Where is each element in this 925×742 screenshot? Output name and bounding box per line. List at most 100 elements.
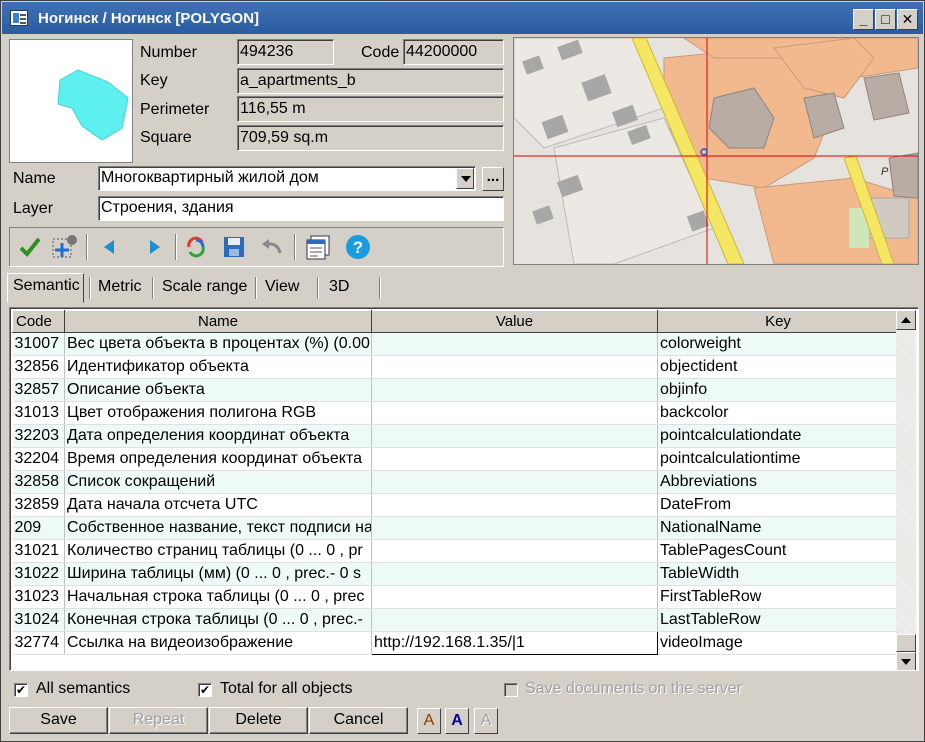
table-row[interactable]: 32204 Время определения координат объекта… [12,447,899,471]
cell-value[interactable] [371,493,658,517]
cell-key: pointcalculationdate [657,424,899,448]
cell-value[interactable] [371,516,658,540]
semantics-grid[interactable]: Code Name Value Key 31007 Вес цвета объек… [9,307,919,671]
tab-3d[interactable]: 3D [324,275,354,301]
square-field: 709,59 sq.m [237,125,504,151]
cell-key: TableWidth [657,562,899,586]
tab-view[interactable]: View [260,275,304,301]
scroll-up-icon[interactable] [896,310,916,330]
font-disabled-button[interactable]: A [474,708,498,734]
polygon-preview-shape [57,69,129,141]
cell-value[interactable] [371,608,658,632]
cell-value[interactable] [371,562,658,586]
cell-code: 209 [12,516,65,540]
table-row[interactable]: 31022 Ширина таблицы (мм) (0 ... 0 , prec… [12,562,899,586]
properties-icon[interactable] [304,233,332,261]
refresh-icon[interactable] [182,233,210,261]
key-label: Key [140,72,168,89]
tab-semantic[interactable]: Semantic [7,273,84,303]
column-header-value[interactable]: Value [371,310,658,333]
table-row[interactable]: 31013 Цвет отображения полигона RGB backco… [12,401,899,425]
undo-icon[interactable] [258,233,286,261]
cell-value-editor[interactable]: http://192.168.1.35/|1 [371,631,658,655]
table-row[interactable]: 31023 Начальная строка таблицы (0 ... 0 ,… [12,585,899,609]
cell-value[interactable] [371,585,658,609]
square-label: Square [140,129,192,146]
map-view[interactable]: P [513,37,919,265]
table-row[interactable]: 32858 Список сокращений Abbreviations [12,470,899,494]
save-icon[interactable] [220,233,248,261]
cell-code: 31007 [12,332,65,356]
minimize-button[interactable]: _ [853,9,874,30]
add-point-icon[interactable] [50,233,78,261]
arrow-right-icon[interactable] [140,233,168,261]
cell-value[interactable] [371,378,658,402]
font-color-button[interactable]: A [417,708,441,734]
all-semantics-label: All semantics [36,680,131,697]
tab-separator [89,277,91,299]
all-semantics-checkbox[interactable]: ✔ [14,683,28,697]
cell-value[interactable] [371,424,658,448]
title-bar[interactable]: Ногинск / Ногинск [POLYGON] _ □ ✕ [2,2,923,34]
font-bold-button[interactable]: A [445,708,469,734]
chevron-down-icon[interactable] [456,168,474,189]
column-header-code[interactable]: Code [12,310,65,333]
cell-name: Описание объекта [64,378,372,402]
column-header-key[interactable]: Key [657,310,899,333]
check-icon[interactable] [16,233,44,261]
cell-name: Дата определения координат объекта [64,424,372,448]
vertical-scrollbar[interactable] [896,310,916,670]
table-row[interactable]: 209 Собственное название, текст подписи н… [12,516,899,540]
object-toolbar: ? [9,227,504,267]
arrow-left-icon[interactable] [96,233,124,261]
tab-metric[interactable]: Metric [93,275,147,301]
table-row[interactable]: 31021 Количество страниц таблицы (0 ... 0… [12,539,899,563]
semantics-table: Code Name Value Key 31007 Вес цвета объек… [12,310,899,655]
cancel-button[interactable]: Cancel [309,707,408,734]
name-combobox[interactable]: Многоквартирный жилой дом [98,166,476,191]
column-header-name[interactable]: Name [64,310,372,333]
cell-value[interactable] [371,401,658,425]
table-row[interactable]: 32857 Описание объекта objinfo [12,378,899,402]
cell-value[interactable] [371,355,658,379]
table-row[interactable]: 32859 Дата начала отсчета UTC DateFrom [12,493,899,517]
delete-button[interactable]: Delete [209,707,308,734]
tab-separator [379,277,381,299]
tab-separator [317,277,319,299]
cell-key: LastTableRow [657,608,899,632]
scroll-thumb[interactable] [896,634,916,652]
name-browse-button[interactable]: ... [482,167,504,191]
cell-code: 32857 [12,378,65,402]
name-label: Name [13,170,56,187]
total-all-objects-checkbox[interactable]: ✔ [198,683,212,697]
cell-name: Начальная строка таблицы (0 ... 0 , prec [64,585,372,609]
cell-key: objectident [657,355,899,379]
cell-value[interactable] [371,332,658,356]
name-value: Многоквартирный жилой дом [101,169,319,186]
repeat-button[interactable]: Repeat [109,707,208,734]
save-button[interactable]: Save [9,707,108,734]
maximize-button[interactable]: □ [875,9,896,30]
cell-value[interactable] [371,447,658,471]
tab-scale-range[interactable]: Scale range [157,275,252,301]
cell-name: Идентификатор объекта [64,355,372,379]
cell-value[interactable] [371,539,658,563]
close-button[interactable]: ✕ [897,9,918,30]
table-row[interactable]: 32203 Дата определения координат объекта p… [12,424,899,448]
layer-field[interactable]: Строения, здания [98,196,504,221]
table-row[interactable]: 31024 Конечная строка таблицы (0 ... 0 , … [12,608,899,632]
cell-key: objinfo [657,378,899,402]
cell-name: Дата начала отсчета UTC [64,493,372,517]
help-icon[interactable]: ? [344,233,372,261]
table-row[interactable]: 32856 Идентификатор объекта objectident [12,355,899,379]
table-row[interactable]: 31007 Вес цвета объекта в процентах (%) (… [12,332,899,356]
scroll-down-icon[interactable] [896,652,916,670]
save-documents-checkbox[interactable] [504,683,518,697]
toolbar-separator [86,234,88,260]
cell-value[interactable] [371,470,658,494]
app-icon [10,10,28,26]
cell-code: 32204 [12,447,65,471]
cell-key: TablePagesCount [657,539,899,563]
table-row[interactable]: 32774 Ссылка на видеоизображение http://19… [12,631,899,655]
cell-name: Ширина таблицы (мм) (0 ... 0 , prec.- 0 … [64,562,372,586]
